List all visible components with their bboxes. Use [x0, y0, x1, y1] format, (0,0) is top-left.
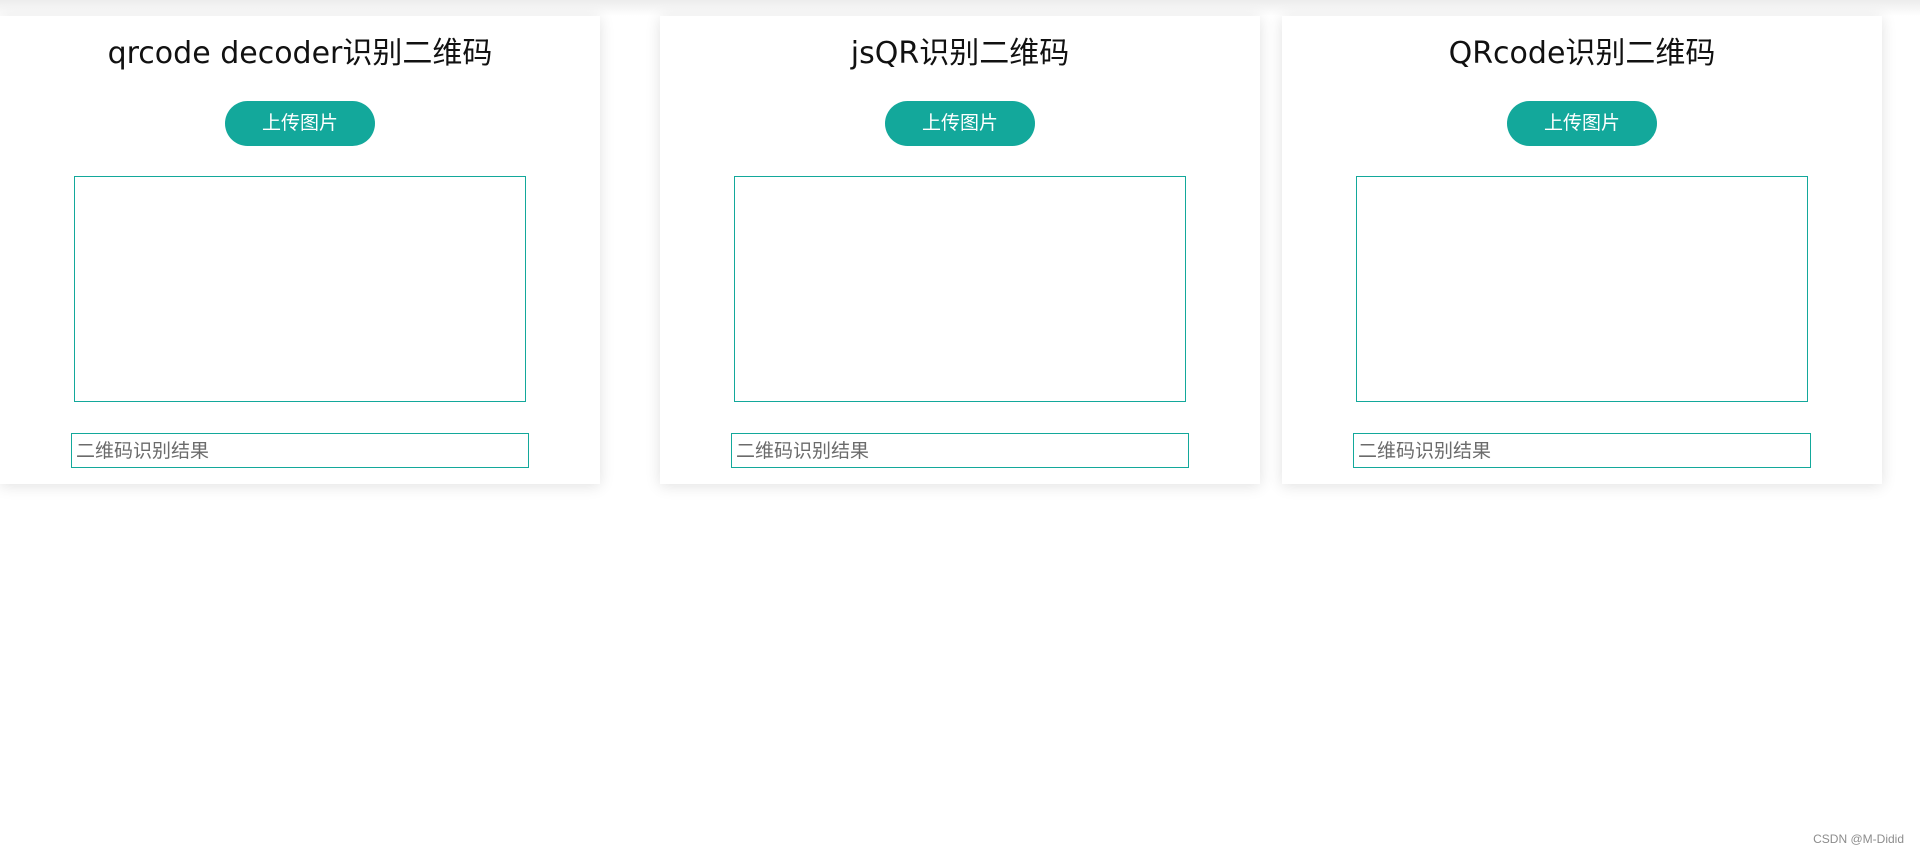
- card-title: jsQR识别二维码: [850, 36, 1070, 71]
- decode-result-input[interactable]: [731, 433, 1189, 468]
- image-preview-area: [734, 176, 1186, 402]
- upload-image-button[interactable]: 上传图片: [225, 101, 375, 146]
- card-title: qrcode decoder识别二维码: [107, 36, 493, 71]
- decode-result-input[interactable]: [1353, 433, 1811, 468]
- page-top-shade: [0, 0, 1920, 16]
- watermark-text: CSDN @M-Didid: [1813, 832, 1904, 846]
- upload-image-button[interactable]: 上传图片: [885, 101, 1035, 146]
- card-title: QRcode识别二维码: [1448, 36, 1716, 71]
- decode-result-input[interactable]: [71, 433, 529, 468]
- decoder-card-qrcode: QRcode识别二维码 上传图片: [1282, 16, 1882, 484]
- upload-image-button[interactable]: 上传图片: [1507, 101, 1657, 146]
- decoder-card-qrcode-decoder: qrcode decoder识别二维码 上传图片: [0, 16, 600, 484]
- decoder-card-jsqr: jsQR识别二维码 上传图片: [660, 16, 1260, 484]
- image-preview-area: [74, 176, 526, 402]
- image-preview-area: [1356, 176, 1808, 402]
